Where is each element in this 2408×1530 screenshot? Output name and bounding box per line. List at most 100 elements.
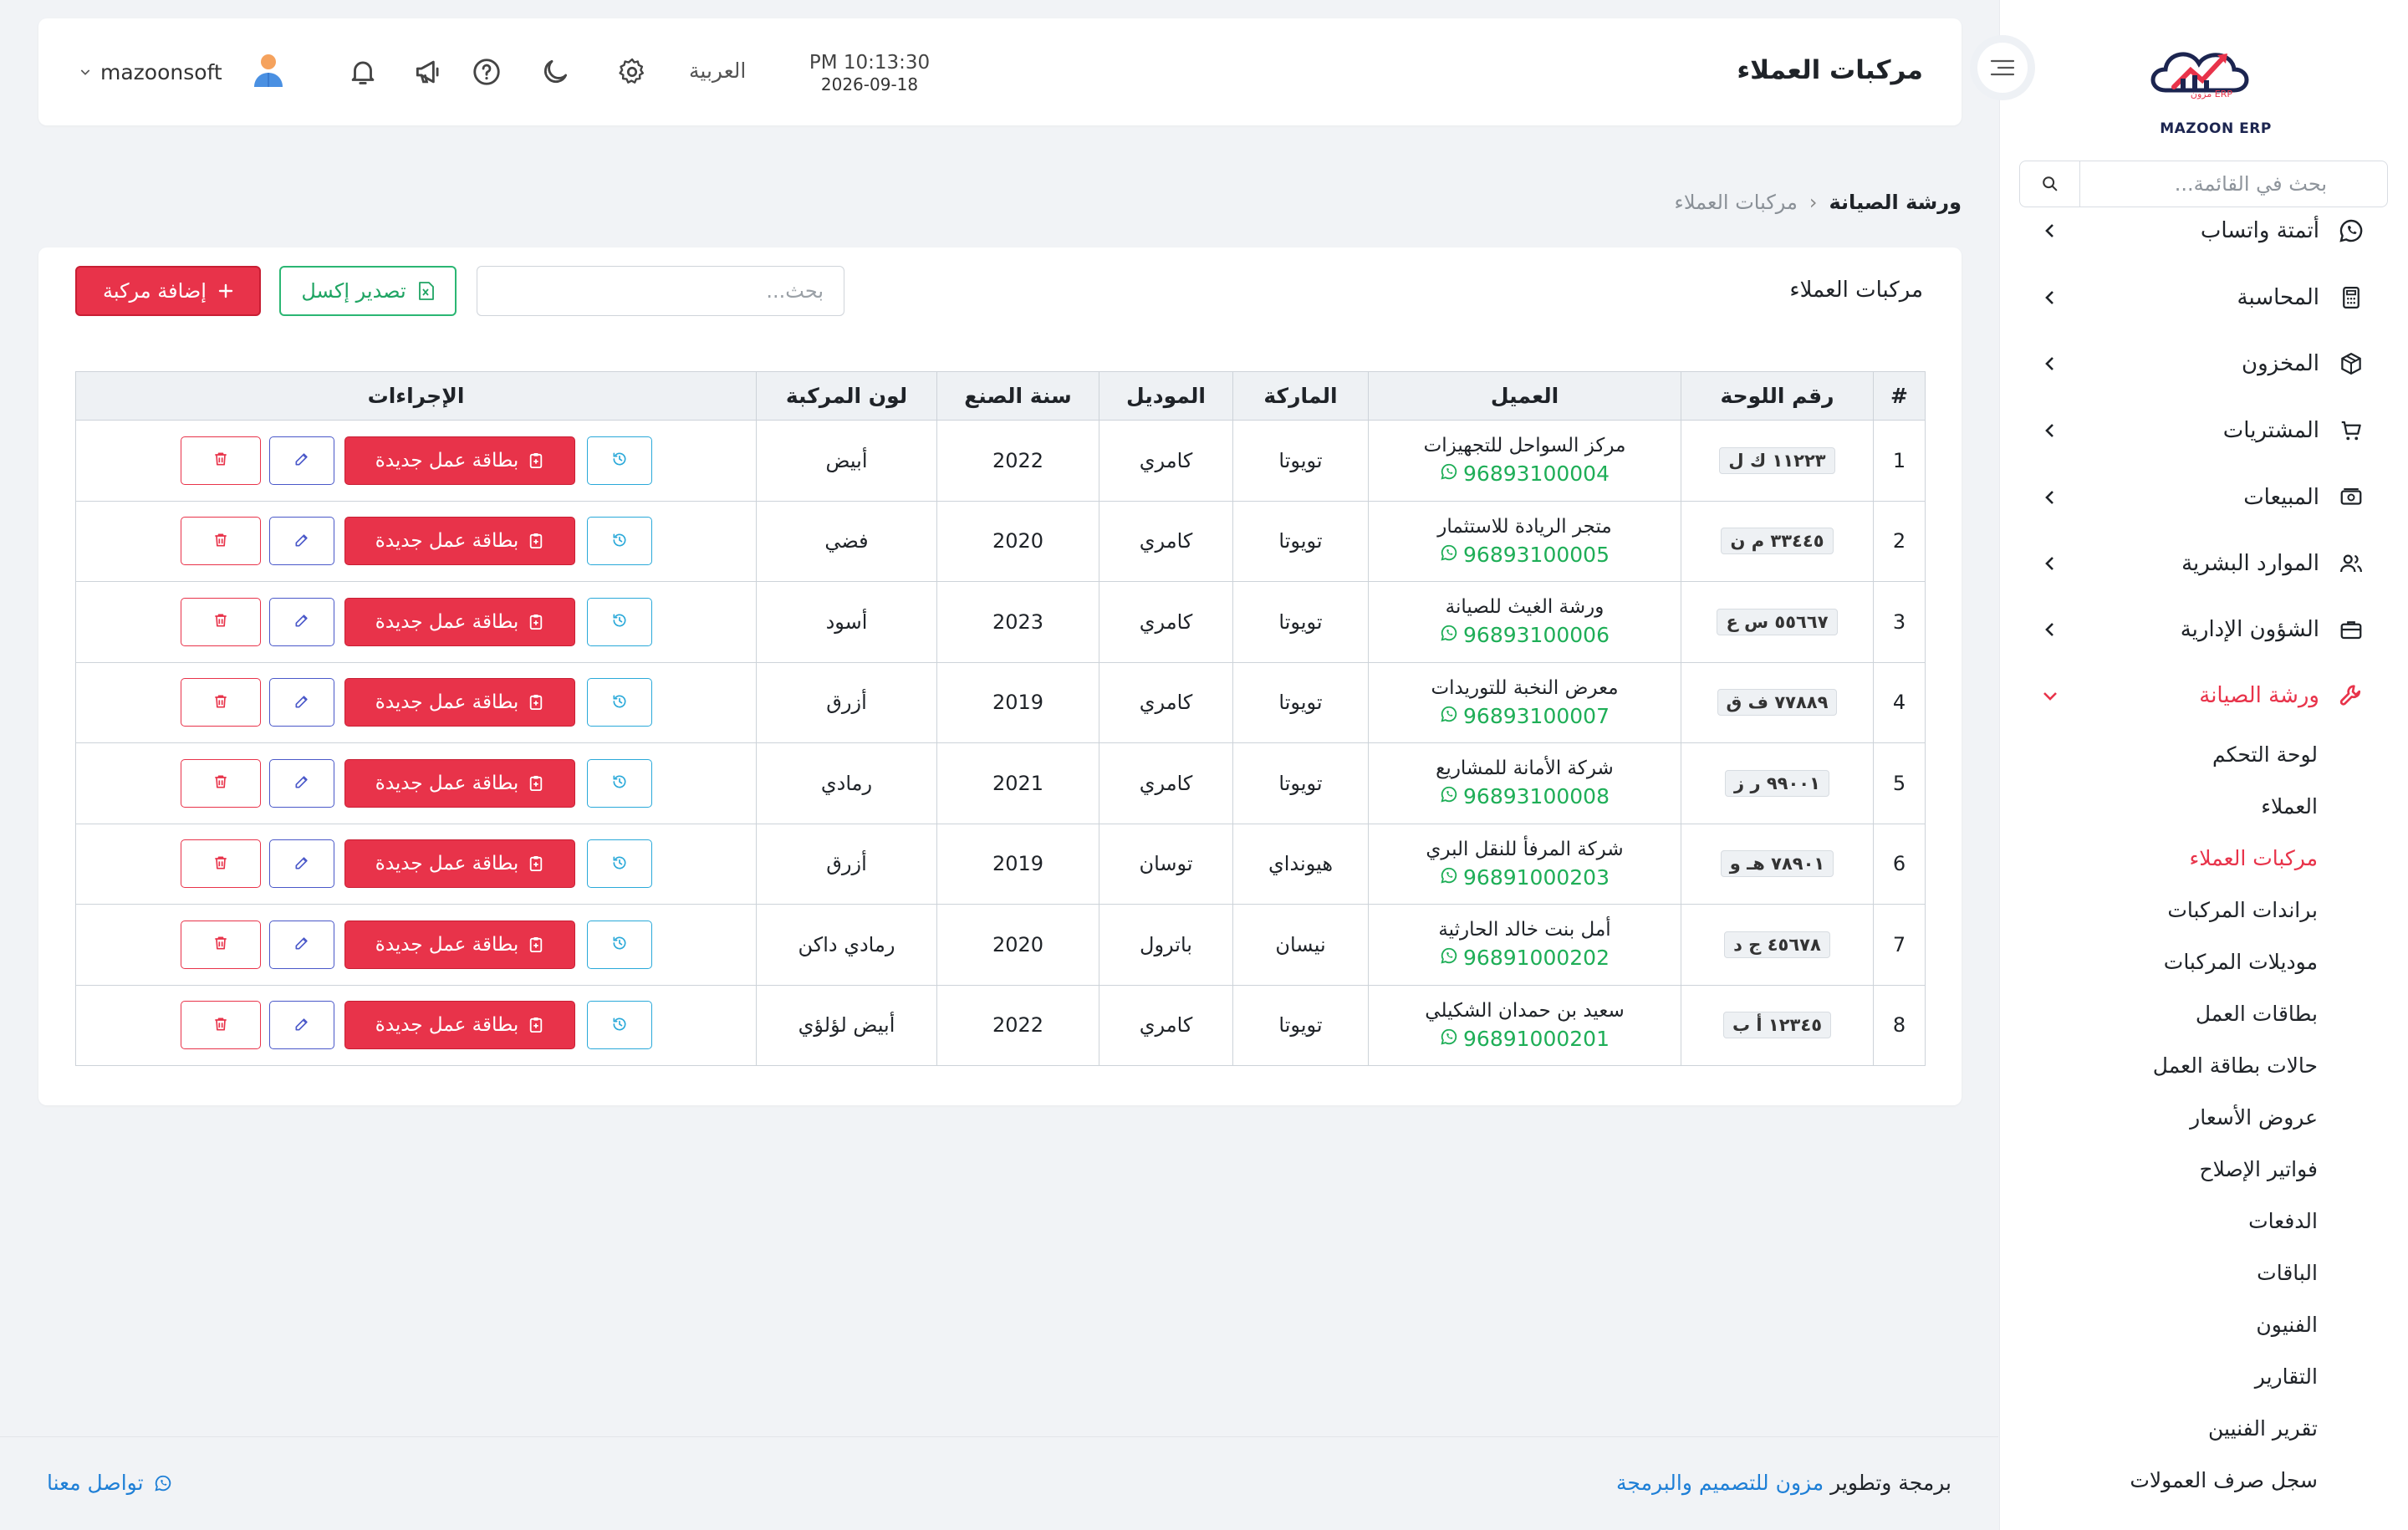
delete-button[interactable] bbox=[180, 436, 261, 485]
customer-whatsapp-link[interactable]: 96891000203 bbox=[1440, 865, 1610, 890]
customer-whatsapp-link[interactable]: 96893100008 bbox=[1440, 784, 1610, 808]
breadcrumb-parent[interactable]: ورشة الصيانة bbox=[1829, 191, 1962, 214]
history-icon bbox=[611, 935, 628, 954]
sidebar-subitem-repair-invoices[interactable]: فواتير الإصلاح bbox=[2199, 1157, 2318, 1181]
new-job-card-button[interactable]: بطاقة عمل جديدة bbox=[344, 1001, 575, 1050]
sidebar-item-admin[interactable]: الشؤون الإدارية bbox=[2015, 604, 2366, 655]
edit-button[interactable] bbox=[268, 597, 334, 646]
sidebar-subitem-technicians-report[interactable]: تقرير الفنيين bbox=[2208, 1416, 2318, 1441]
sidebar-item-workshop[interactable]: ورشة الصيانة bbox=[2015, 671, 2366, 721]
edit-button[interactable] bbox=[268, 436, 334, 485]
delete-button[interactable] bbox=[180, 517, 261, 566]
help-button[interactable] bbox=[467, 52, 507, 92]
new-job-card-button[interactable]: بطاقة عمل جديدة bbox=[344, 920, 575, 969]
card-title: مركبات العملاء bbox=[1789, 278, 1923, 303]
customer-whatsapp-link[interactable]: 96893100005 bbox=[1440, 543, 1610, 567]
delete-button[interactable] bbox=[180, 678, 261, 727]
sidebar-item-purchases[interactable]: المشتريات bbox=[2015, 405, 2366, 456]
column-header-model[interactable]: الموديل bbox=[1099, 371, 1233, 421]
customer-whatsapp-link[interactable]: 96893100004 bbox=[1440, 462, 1610, 486]
sidebar-subitem-commission-log[interactable]: سجل صرف العمولات bbox=[2130, 1468, 2318, 1492]
sidebar-subitem-quotations[interactable]: عروض الأسعار bbox=[2190, 1105, 2318, 1130]
chevron-left-icon bbox=[2045, 491, 2053, 504]
logo-text: MAZOON ERP bbox=[2160, 120, 2272, 137]
column-header-color[interactable]: لون المركبة bbox=[756, 371, 937, 421]
delete-button[interactable] bbox=[180, 1001, 261, 1050]
sidebar-search-button[interactable] bbox=[2020, 161, 2080, 207]
sidebar-item-sales[interactable]: المبيعات bbox=[2015, 472, 2366, 523]
edit-button[interactable] bbox=[268, 839, 334, 889]
export-excel-button[interactable]: تصدير إكسل bbox=[279, 266, 457, 316]
column-header-index[interactable]: # bbox=[1873, 371, 1926, 421]
history-button[interactable] bbox=[586, 517, 652, 566]
sidebar-subitem-job-cards[interactable]: بطاقات العمل bbox=[2196, 1002, 2318, 1026]
delete-button[interactable] bbox=[180, 597, 261, 646]
sidebar-subitem-reports[interactable]: التقارير bbox=[2255, 1364, 2318, 1389]
user-menu[interactable]: mazoonsoft bbox=[79, 52, 289, 92]
sidebar-subitem-vehicle-brands[interactable]: براندات المركبات bbox=[2167, 898, 2318, 922]
delete-button[interactable] bbox=[180, 758, 261, 808]
history-button[interactable] bbox=[586, 678, 652, 727]
history-button[interactable] bbox=[586, 436, 652, 485]
column-header-customer[interactable]: العميل bbox=[1368, 371, 1681, 421]
sidebar-toggle-button[interactable] bbox=[1970, 35, 2035, 100]
clipboard-plus-icon bbox=[528, 855, 543, 872]
language-switcher[interactable]: العربية bbox=[689, 59, 746, 83]
sidebar-item-hr[interactable]: الموارد البشرية bbox=[2015, 538, 2366, 589]
new-job-card-button[interactable]: بطاقة عمل جديدة bbox=[344, 839, 575, 889]
delete-button[interactable] bbox=[180, 839, 261, 889]
sidebar-item-label: المخزون bbox=[2242, 351, 2319, 376]
announcements-button[interactable] bbox=[408, 52, 448, 92]
new-job-card-button[interactable]: بطاقة عمل جديدة bbox=[344, 436, 575, 485]
sidebar-item-whatsapp[interactable]: أتمتة واتساب bbox=[2015, 207, 2366, 256]
settings-button[interactable] bbox=[612, 52, 652, 92]
history-icon bbox=[611, 451, 628, 470]
table-search-input[interactable] bbox=[477, 266, 844, 316]
delete-button[interactable] bbox=[180, 920, 261, 969]
edit-button[interactable] bbox=[268, 758, 334, 808]
sidebar-search-input[interactable] bbox=[2043, 161, 2327, 207]
sidebar-subitem-payments[interactable]: الدفعات bbox=[2248, 1209, 2318, 1233]
customer-whatsapp-link[interactable]: 96893100007 bbox=[1440, 704, 1610, 728]
customer-phone: 96893100006 bbox=[1463, 623, 1610, 648]
edit-button[interactable] bbox=[268, 920, 334, 969]
customer-whatsapp-link[interactable]: 96893100006 bbox=[1440, 623, 1610, 647]
add-vehicle-button[interactable]: إضافة مركبة bbox=[75, 266, 261, 316]
customer-whatsapp-link[interactable]: 96891000201 bbox=[1440, 1027, 1610, 1051]
history-button[interactable] bbox=[586, 597, 652, 646]
history-button[interactable] bbox=[586, 839, 652, 889]
sidebar-item-accounting[interactable]: المحاسبة bbox=[2015, 273, 2366, 323]
history-button[interactable] bbox=[586, 920, 652, 969]
column-header-brand[interactable]: الماركة bbox=[1232, 371, 1369, 421]
edit-button[interactable] bbox=[268, 678, 334, 727]
new-job-card-button[interactable]: بطاقة عمل جديدة bbox=[344, 678, 575, 727]
sidebar-subitem-packages[interactable]: الباقات bbox=[2257, 1261, 2318, 1285]
whatsapp-icon bbox=[1440, 462, 1463, 486]
new-job-card-button[interactable]: بطاقة عمل جديدة bbox=[344, 597, 575, 646]
history-button[interactable] bbox=[586, 758, 652, 808]
customer-whatsapp-link[interactable]: 96891000202 bbox=[1440, 946, 1610, 970]
logo[interactable]: ERP مزون MAZOON ERP bbox=[2140, 32, 2291, 137]
history-button[interactable] bbox=[586, 1001, 652, 1050]
sidebar-subitem-technicians[interactable]: الفنيون bbox=[2256, 1313, 2318, 1337]
column-header-year[interactable]: سنة الصنع bbox=[936, 371, 1099, 421]
sidebar-subitem-customers[interactable]: العملاء bbox=[2261, 794, 2318, 819]
table-row: 5 ٩٩٠٠١ ر ز شركة الأمانة للمشاريع 968931000… bbox=[75, 742, 1926, 824]
column-header-plate[interactable]: رقم اللوحة bbox=[1681, 371, 1874, 421]
sidebar-subitem-dashboard[interactable]: لوحة التحكم bbox=[2212, 742, 2318, 767]
footer-credit-link[interactable]: مزون للتصميم والبرمجة bbox=[1616, 1471, 1824, 1495]
sidebar-item-label: المحاسبة bbox=[2237, 285, 2319, 310]
sidebar-subitem-customer-vehicles[interactable]: مركبات العملاء bbox=[2190, 846, 2318, 870]
edit-button[interactable] bbox=[268, 517, 334, 566]
sidebar-subitem-vehicle-models[interactable]: موديلات المركبات bbox=[2164, 950, 2318, 974]
customer-phone: 96893100008 bbox=[1463, 784, 1610, 809]
sidebar-subitem-job-card-statuses[interactable]: حالات بطاقة العمل bbox=[2153, 1053, 2318, 1078]
search-icon bbox=[2042, 176, 2057, 191]
new-job-card-button[interactable]: بطاقة عمل جديدة bbox=[344, 517, 575, 566]
edit-button[interactable] bbox=[268, 1001, 334, 1050]
new-job-card-button[interactable]: بطاقة عمل جديدة bbox=[344, 758, 575, 808]
sidebar-item-inventory[interactable]: المخزون bbox=[2015, 339, 2366, 389]
notifications-button[interactable] bbox=[343, 52, 383, 92]
contact-us-link[interactable]: تواصل معنا bbox=[47, 1471, 172, 1495]
theme-toggle-button[interactable] bbox=[535, 52, 575, 92]
